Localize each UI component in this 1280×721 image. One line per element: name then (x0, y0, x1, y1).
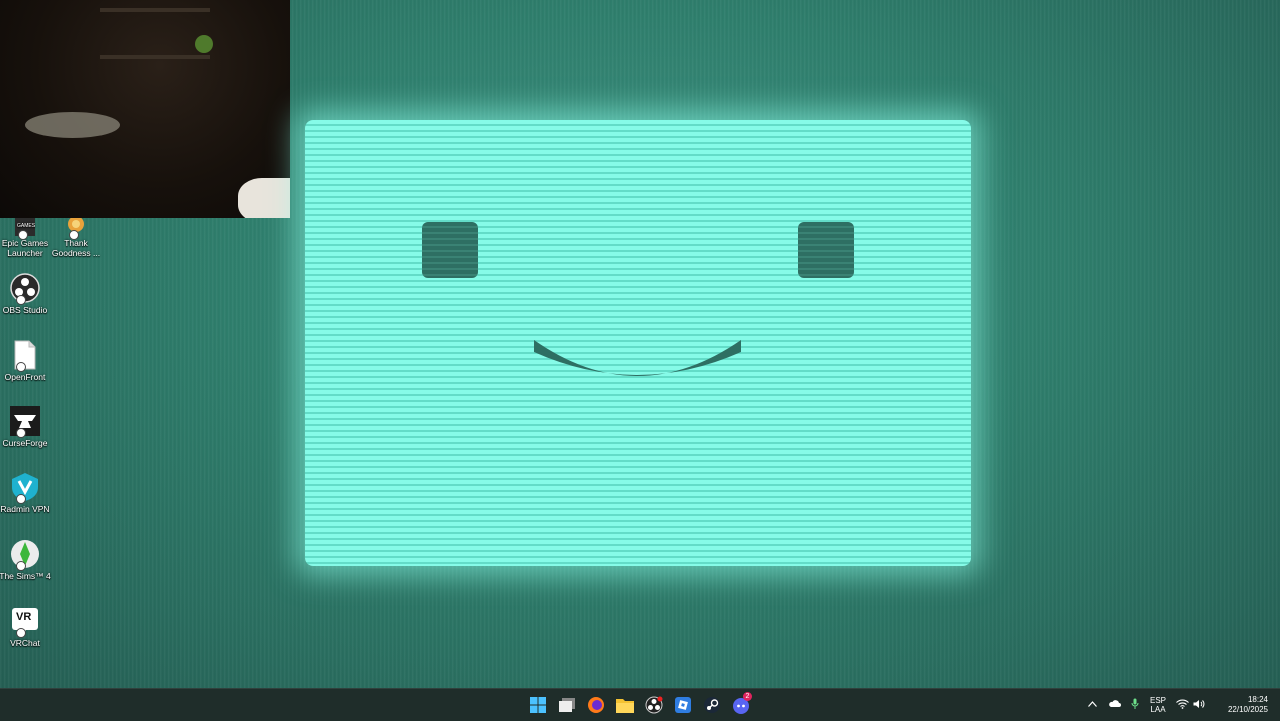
language-indicator[interactable]: ESP LAA (1146, 696, 1170, 714)
webcam-shelf (100, 8, 210, 12)
vrchat-icon: VR (10, 606, 40, 638)
sync-status-icon (69, 230, 79, 240)
sync-status-icon (16, 561, 26, 571)
taskbar: 2 ESP LAA 18:24 22/10/2025 (0, 688, 1280, 721)
taskbar-file-explorer[interactable] (612, 692, 638, 718)
clock-time: 18:24 (1247, 695, 1268, 704)
radmin-vpn-icon (10, 472, 40, 504)
wifi-icon[interactable] (1176, 699, 1189, 709)
desktop-icon-label: OBS Studio (2, 305, 48, 315)
discord-notification-badge: 2 (743, 692, 752, 701)
sync-status-icon (16, 295, 26, 305)
vrchat-badge-text: VR (16, 611, 32, 623)
desktop-icon-label: Thank Goodness ... (51, 238, 101, 258)
desktop-icon-sims4[interactable]: The Sims™ 4 (0, 539, 52, 581)
roblox-icon (675, 697, 691, 713)
desktop-icon-epic-games[interactable]: GAMES Epic Games Launcher (0, 218, 52, 258)
start-button[interactable] (525, 692, 551, 718)
taskbar-discord[interactable]: 2 (728, 692, 754, 718)
sync-status-icon (16, 628, 26, 638)
desktop-icon-openfront[interactable]: OpenFront (0, 340, 52, 382)
taskbar-steam[interactable] (699, 692, 725, 718)
sync-status-icon (16, 428, 26, 438)
left-eye-icon (422, 222, 478, 278)
desktop-icon-label: OpenFront (4, 372, 46, 382)
clock-date: 22/10/2025 (1227, 705, 1268, 714)
smiley-screen (305, 120, 971, 566)
taskbar-firefox[interactable] (583, 692, 609, 718)
firefox-icon (588, 697, 604, 713)
desktop-icon-label: Epic Games Launcher (1, 238, 49, 258)
desktop-icon-label: CurseForge (2, 438, 48, 448)
task-view-button[interactable] (554, 692, 580, 718)
desktop-icon-label: VRChat (10, 638, 40, 648)
epic-badge-text: GAMES (17, 223, 36, 229)
webcam-pillow (25, 112, 120, 138)
desktop-icon-radmin-vpn[interactable]: Radmin VPN (0, 472, 52, 514)
windows-start-icon (530, 697, 546, 713)
sync-status-icon (18, 230, 28, 240)
desktop-background: GAMES Epic Games Launcher Thank Goodness… (0, 0, 1280, 688)
webcam-overlay (0, 0, 290, 218)
language-code: ESP (1149, 696, 1166, 705)
desktop-icon-vrchat[interactable]: VR VRChat (0, 606, 52, 648)
epic-games-icon: GAMES (10, 218, 40, 240)
right-eye-icon (798, 222, 854, 278)
system-tray: ESP LAA 18:24 22/10/2025 (1082, 689, 1272, 721)
obs-icon (10, 273, 40, 305)
task-view-icon (559, 698, 575, 712)
sync-status-icon (16, 494, 26, 504)
microphone-icon[interactable] (1131, 698, 1139, 710)
webcam-plant (195, 35, 213, 53)
sims4-icon (10, 539, 40, 571)
desktop-icon-label: Radmin VPN (0, 504, 50, 514)
onedrive-cloud-icon[interactable] (1108, 699, 1121, 708)
desktop-icon-label: The Sims™ 4 (0, 571, 51, 581)
webcam-hand (238, 178, 290, 218)
obs-icon (645, 696, 663, 714)
file-icon (10, 340, 40, 372)
webcam-shelf (100, 55, 210, 59)
taskbar-obs[interactable] (641, 692, 667, 718)
clock[interactable]: 18:24 22/10/2025 (1210, 695, 1268, 715)
steam-icon (704, 697, 720, 713)
taskbar-roblox-studio[interactable] (670, 692, 696, 718)
volume-icon[interactable] (1193, 699, 1205, 709)
curseforge-icon (10, 406, 40, 438)
sync-status-icon (16, 362, 26, 372)
desktop-icon-curseforge[interactable]: CurseForge (0, 406, 52, 448)
keyboard-layout: LAA (1150, 705, 1166, 714)
desktop-icon-obs[interactable]: OBS Studio (0, 273, 52, 315)
chevron-up-icon[interactable] (1088, 701, 1097, 707)
smile-icon (534, 340, 741, 376)
desktop-icon-thank-goodness[interactable]: Thank Goodness ... (49, 216, 103, 258)
thank-goodness-icon (61, 216, 91, 240)
folder-icon (616, 699, 634, 713)
